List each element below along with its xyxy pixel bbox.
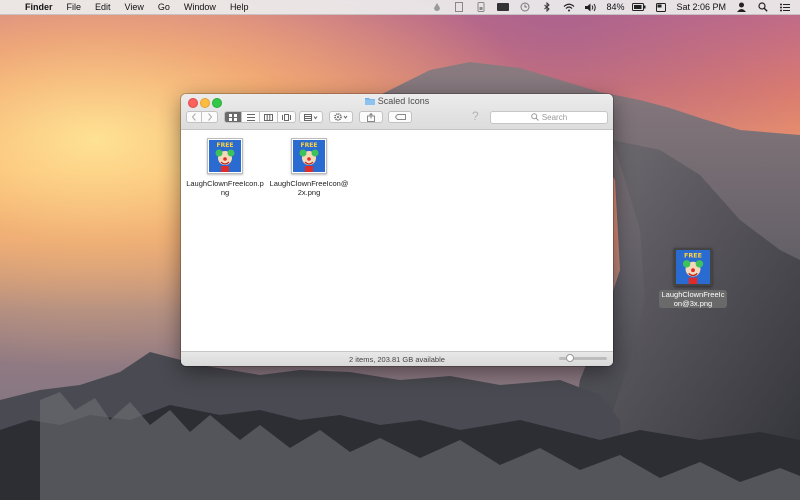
menu-bar: Finder File Edit View Go Window Help 84% — [0, 0, 800, 15]
gear-icon — [334, 113, 348, 121]
bluetooth-icon[interactable] — [540, 2, 554, 12]
list-view-button[interactable] — [242, 111, 260, 123]
file-name: LaughClownFreeIcon@2x.png — [269, 179, 349, 197]
menu-help[interactable]: Help — [223, 0, 256, 14]
badge-text: FREE — [301, 142, 318, 149]
clown-image-icon: FREE — [674, 248, 712, 286]
menu-edit[interactable]: Edit — [88, 0, 118, 14]
user-icon[interactable] — [734, 2, 748, 12]
share-button[interactable] — [359, 111, 383, 123]
search-placeholder: Search — [541, 113, 568, 122]
spotlight-search-icon[interactable] — [756, 2, 770, 12]
menu-file[interactable]: File — [60, 0, 89, 14]
status-drop-icon[interactable] — [430, 2, 444, 12]
tag-icon — [394, 114, 406, 120]
window-title-text: Scaled Icons — [377, 96, 430, 106]
badge-text: FREE — [217, 142, 234, 149]
search-icon — [531, 112, 539, 123]
list-icon — [246, 113, 255, 121]
status-gauge-icon[interactable] — [474, 2, 488, 12]
menu-go[interactable]: Go — [151, 0, 177, 14]
status-text: 2 items, 203.81 GB available — [349, 355, 445, 364]
window-toolbar: Scaled Icons ? Search — [181, 94, 613, 130]
status-bar: 2 items, 203.81 GB available — [181, 351, 613, 366]
help-icon[interactable]: ? — [472, 109, 479, 123]
finder-window: Scaled Icons ? Search FREE LaughClownFre… — [181, 94, 613, 366]
slider-handle[interactable] — [566, 354, 574, 362]
icon-view-button[interactable] — [224, 111, 242, 123]
arrange-button[interactable] — [299, 111, 323, 123]
clown-image-icon: FREE — [207, 138, 243, 174]
wifi-icon[interactable] — [562, 2, 576, 12]
column-view-button[interactable] — [260, 111, 278, 123]
menubar-clock[interactable]: Sat 2:06 PM — [672, 2, 730, 12]
desktop-file-item[interactable]: FREE LaughClownFreeIcon@3x.png — [657, 248, 729, 311]
icon-size-slider[interactable] — [559, 354, 607, 362]
file-item[interactable]: FREE LaughClownFreeIcon.png — [185, 138, 265, 197]
cover-flow-icon — [282, 113, 291, 121]
battery-icon[interactable] — [632, 2, 646, 12]
icon-grid-icon — [229, 113, 237, 121]
notification-center-icon[interactable] — [778, 2, 792, 12]
folder-icon — [364, 98, 375, 105]
menu-view[interactable]: View — [118, 0, 151, 14]
notification-preview-icon[interactable] — [654, 2, 668, 12]
status-keyboard-icon[interactable] — [496, 2, 510, 12]
cover-flow-button[interactable] — [278, 111, 296, 123]
status-doc-icon[interactable] — [452, 2, 466, 12]
file-browser-area[interactable]: FREE LaughClownFreeIcon.png FREE LaughCl… — [181, 130, 613, 351]
volume-icon[interactable] — [584, 2, 598, 12]
time-machine-icon[interactable] — [518, 2, 532, 12]
clown-image-icon: FREE — [291, 138, 327, 174]
desktop-file-name: LaughClownFreeIcon@3x.png — [659, 290, 727, 308]
arrange-icon — [304, 113, 318, 121]
menu-app-name[interactable]: Finder — [18, 0, 60, 14]
chevron-left-icon — [191, 113, 196, 121]
back-button[interactable] — [186, 111, 202, 123]
search-field[interactable]: Search — [490, 111, 608, 124]
file-name: LaughClownFreeIcon.png — [186, 179, 264, 197]
columns-icon — [264, 113, 273, 121]
chevron-right-icon — [207, 113, 212, 121]
file-item[interactable]: FREE LaughClownFreeIcon@2x.png — [269, 138, 349, 197]
share-icon — [367, 112, 375, 122]
tags-button[interactable] — [388, 111, 412, 123]
menu-window[interactable]: Window — [177, 0, 223, 14]
badge-text: FREE — [684, 251, 702, 259]
view-mode-selector — [224, 111, 296, 123]
window-title: Scaled Icons — [181, 96, 613, 106]
battery-percent[interactable]: 84% — [602, 2, 628, 12]
action-button[interactable] — [329, 111, 353, 123]
forward-button[interactable] — [202, 111, 218, 123]
